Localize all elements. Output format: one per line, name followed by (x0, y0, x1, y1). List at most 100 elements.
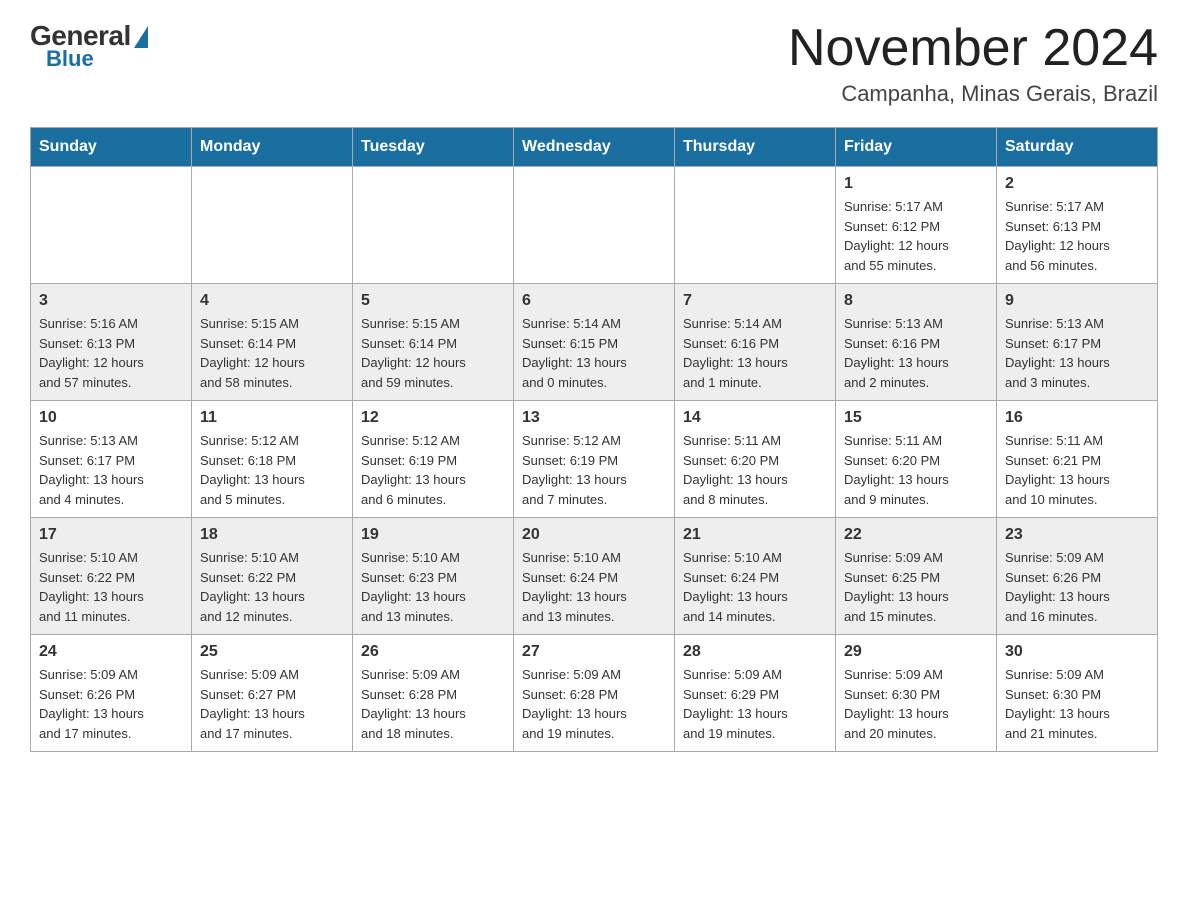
calendar-week-row: 3 Sunrise: 5:16 AMSunset: 6:13 PMDaylight… (31, 284, 1158, 401)
day-info: Sunrise: 5:09 AMSunset: 6:29 PMDaylight:… (683, 665, 827, 743)
logo[interactable]: General Blue (30, 20, 148, 72)
day-info: Sunrise: 5:11 AMSunset: 6:21 PMDaylight:… (1005, 431, 1149, 509)
day-info: Sunrise: 5:15 AMSunset: 6:14 PMDaylight:… (200, 314, 344, 392)
calendar-week-row: 24Sunrise: 5:09 AMSunset: 6:26 PMDayligh… (31, 635, 1158, 752)
calendar-week-row: 17 Sunrise: 5:10 AMSunset: 6:22 PMDayligh… (31, 518, 1158, 635)
calendar-cell: 2 Sunrise: 5:17 AMSunset: 6:13 PMDaylight… (997, 167, 1158, 284)
calendar-cell: 19 Sunrise: 5:10 AMSunset: 6:23 PMDayligh… (353, 518, 514, 635)
day-number: 20 (522, 526, 666, 544)
day-number: 4 (200, 292, 344, 310)
calendar-cell: 8 Sunrise: 5:13 AMSunset: 6:16 PMDaylight… (836, 284, 997, 401)
day-number: 9 (1005, 292, 1149, 310)
calendar-header-thursday: Thursday (675, 128, 836, 167)
calendar-cell (514, 167, 675, 284)
day-number: 19 (361, 526, 505, 544)
day-number: 5 (361, 292, 505, 310)
calendar-week-row: 10 Sunrise: 5:13 AMSunset: 6:17 PMDayligh… (31, 401, 1158, 518)
calendar-cell: 27 Sunrise: 5:09 AMSunset: 6:28 PMDayligh… (514, 635, 675, 752)
day-info: Sunrise: 5:10 AMSunset: 6:23 PMDaylight:… (361, 548, 505, 626)
day-info: Sunrise: 5:09 AMSunset: 6:25 PMDaylight:… (844, 548, 988, 626)
day-number: 13 (522, 409, 666, 427)
calendar-cell: 21 Sunrise: 5:10 AMSunset: 6:24 PMDayligh… (675, 518, 836, 635)
day-info: Sunrise: 5:13 AMSunset: 6:16 PMDaylight:… (844, 314, 988, 392)
day-info: Sunrise: 5:13 AMSunset: 6:17 PMDaylight:… (39, 431, 183, 509)
calendar-cell: 13Sunrise: 5:12 AMSunset: 6:19 PMDayligh… (514, 401, 675, 518)
day-info: Sunrise: 5:09 AMSunset: 6:28 PMDaylight:… (361, 665, 505, 743)
calendar-header-row: SundayMondayTuesdayWednesdayThursdayFrid… (31, 128, 1158, 167)
calendar-cell: 6 Sunrise: 5:14 AMSunset: 6:15 PMDaylight… (514, 284, 675, 401)
calendar-header-sunday: Sunday (31, 128, 192, 167)
calendar-cell: 16Sunrise: 5:11 AMSunset: 6:21 PMDayligh… (997, 401, 1158, 518)
day-number: 1 (844, 175, 988, 193)
day-number: 26 (361, 643, 505, 661)
day-number: 8 (844, 292, 988, 310)
title-section: November 2024 Campanha, Minas Gerais, Br… (788, 20, 1158, 107)
day-number: 30 (1005, 643, 1149, 661)
calendar-cell: 10 Sunrise: 5:13 AMSunset: 6:17 PMDayligh… (31, 401, 192, 518)
calendar-header-friday: Friday (836, 128, 997, 167)
day-number: 23 (1005, 526, 1149, 544)
calendar-cell: 28 Sunrise: 5:09 AMSunset: 6:29 PMDayligh… (675, 635, 836, 752)
calendar-cell: 26 Sunrise: 5:09 AMSunset: 6:28 PMDayligh… (353, 635, 514, 752)
day-number: 15 (844, 409, 988, 427)
day-number: 28 (683, 643, 827, 661)
day-info: Sunrise: 5:10 AMSunset: 6:22 PMDaylight:… (39, 548, 183, 626)
calendar-cell: 22 Sunrise: 5:09 AMSunset: 6:25 PMDayligh… (836, 518, 997, 635)
day-number: 3 (39, 292, 183, 310)
day-info: Sunrise: 5:09 AMSunset: 6:28 PMDaylight:… (522, 665, 666, 743)
calendar-cell: 7 Sunrise: 5:14 AMSunset: 6:16 PMDaylight… (675, 284, 836, 401)
day-number: 25 (200, 643, 344, 661)
day-number: 24 (39, 643, 183, 661)
day-number: 2 (1005, 175, 1149, 193)
calendar-cell: 3 Sunrise: 5:16 AMSunset: 6:13 PMDaylight… (31, 284, 192, 401)
day-info: Sunrise: 5:12 AMSunset: 6:18 PMDaylight:… (200, 431, 344, 509)
day-info: Sunrise: 5:17 AMSunset: 6:13 PMDaylight:… (1005, 197, 1149, 275)
calendar-cell: 14 Sunrise: 5:11 AMSunset: 6:20 PMDayligh… (675, 401, 836, 518)
calendar-table: SundayMondayTuesdayWednesdayThursdayFrid… (30, 127, 1158, 752)
day-number: 27 (522, 643, 666, 661)
day-number: 10 (39, 409, 183, 427)
page-header: General Blue November 2024 Campanha, Min… (30, 20, 1158, 107)
calendar-header-wednesday: Wednesday (514, 128, 675, 167)
day-number: 29 (844, 643, 988, 661)
day-info: Sunrise: 5:14 AMSunset: 6:15 PMDaylight:… (522, 314, 666, 392)
calendar-cell: 30 Sunrise: 5:09 AMSunset: 6:30 PMDayligh… (997, 635, 1158, 752)
day-number: 6 (522, 292, 666, 310)
month-title: November 2024 (788, 20, 1158, 77)
calendar-cell: 29 Sunrise: 5:09 AMSunset: 6:30 PMDayligh… (836, 635, 997, 752)
calendar-cell: 24Sunrise: 5:09 AMSunset: 6:26 PMDayligh… (31, 635, 192, 752)
location-text: Campanha, Minas Gerais, Brazil (788, 81, 1158, 107)
day-info: Sunrise: 5:11 AMSunset: 6:20 PMDaylight:… (683, 431, 827, 509)
calendar-cell: 25 Sunrise: 5:09 AMSunset: 6:27 PMDayligh… (192, 635, 353, 752)
calendar-cell: 17 Sunrise: 5:10 AMSunset: 6:22 PMDayligh… (31, 518, 192, 635)
day-number: 22 (844, 526, 988, 544)
calendar-cell: 9 Sunrise: 5:13 AMSunset: 6:17 PMDaylight… (997, 284, 1158, 401)
day-info: Sunrise: 5:10 AMSunset: 6:22 PMDaylight:… (200, 548, 344, 626)
calendar-cell: 4 Sunrise: 5:15 AMSunset: 6:14 PMDaylight… (192, 284, 353, 401)
calendar-cell: 5Sunrise: 5:15 AMSunset: 6:14 PMDaylight… (353, 284, 514, 401)
day-info: Sunrise: 5:14 AMSunset: 6:16 PMDaylight:… (683, 314, 827, 392)
day-info: Sunrise: 5:09 AMSunset: 6:30 PMDaylight:… (1005, 665, 1149, 743)
calendar-cell (31, 167, 192, 284)
logo-triangle-icon (134, 26, 148, 48)
day-number: 7 (683, 292, 827, 310)
day-info: Sunrise: 5:09 AMSunset: 6:30 PMDaylight:… (844, 665, 988, 743)
calendar-cell: 11Sunrise: 5:12 AMSunset: 6:18 PMDayligh… (192, 401, 353, 518)
day-info: Sunrise: 5:16 AMSunset: 6:13 PMDaylight:… (39, 314, 183, 392)
calendar-cell: 12Sunrise: 5:12 AMSunset: 6:19 PMDayligh… (353, 401, 514, 518)
day-number: 17 (39, 526, 183, 544)
calendar-cell (192, 167, 353, 284)
day-info: Sunrise: 5:13 AMSunset: 6:17 PMDaylight:… (1005, 314, 1149, 392)
day-info: Sunrise: 5:10 AMSunset: 6:24 PMDaylight:… (683, 548, 827, 626)
calendar-cell: 20 Sunrise: 5:10 AMSunset: 6:24 PMDayligh… (514, 518, 675, 635)
day-info: Sunrise: 5:09 AMSunset: 6:27 PMDaylight:… (200, 665, 344, 743)
day-number: 21 (683, 526, 827, 544)
logo-blue-text: Blue (46, 46, 94, 72)
calendar-cell: 15 Sunrise: 5:11 AMSunset: 6:20 PMDayligh… (836, 401, 997, 518)
calendar-cell: 23 Sunrise: 5:09 AMSunset: 6:26 PMDayligh… (997, 518, 1158, 635)
day-info: Sunrise: 5:09 AMSunset: 6:26 PMDaylight:… (1005, 548, 1149, 626)
day-number: 14 (683, 409, 827, 427)
day-info: Sunrise: 5:11 AMSunset: 6:20 PMDaylight:… (844, 431, 988, 509)
calendar-header-saturday: Saturday (997, 128, 1158, 167)
day-info: Sunrise: 5:10 AMSunset: 6:24 PMDaylight:… (522, 548, 666, 626)
